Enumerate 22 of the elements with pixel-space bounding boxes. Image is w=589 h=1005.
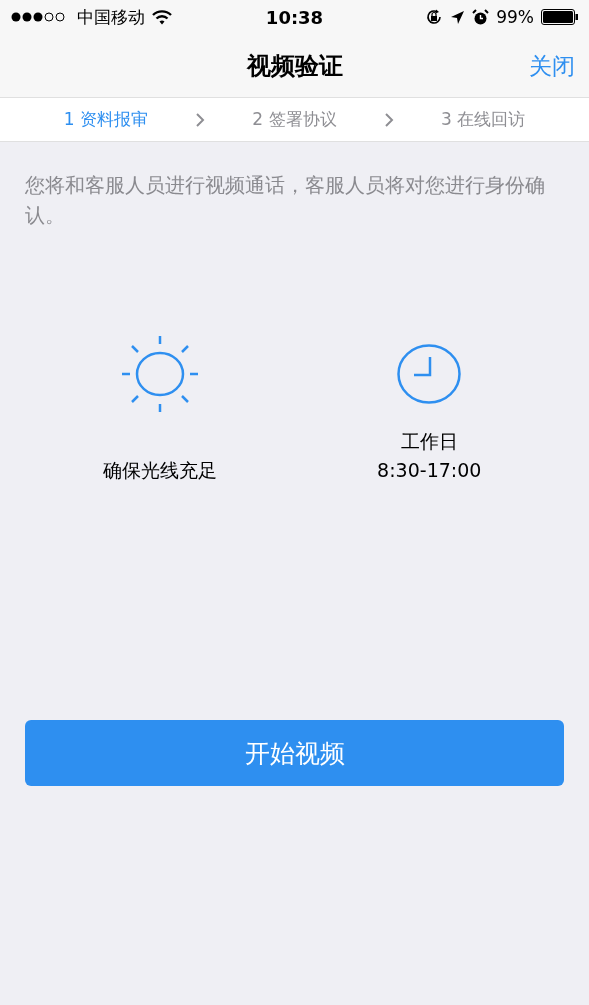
start-video-button[interactable]: 开始视频 (25, 720, 564, 786)
sun-icon (120, 335, 199, 413)
tip-text: 确保光线充足 (102, 458, 217, 483)
description-text: 您将和客服人员进行视频通话，客服人员将对您进行身份确认。 (25, 172, 546, 229)
page-title: 视频验证 (246, 50, 343, 82)
carrier-name: 中国移动 (77, 5, 145, 29)
battery-percent: 99% (496, 7, 534, 27)
step-tab[interactable]: 3 在线回访 (441, 108, 526, 131)
step-tab[interactable]: 2 签署协议 (252, 108, 337, 131)
chevron-icon (195, 111, 206, 128)
chevron-icon (383, 111, 394, 128)
location-icon (450, 9, 466, 25)
alarm-icon (472, 8, 490, 26)
status-time: 10:38 (265, 6, 324, 28)
battery-icon (541, 9, 579, 25)
tip-text: 8:30-17:00 (377, 458, 482, 483)
wifi-icon (152, 9, 172, 25)
clock-icon (397, 344, 462, 404)
step-tab[interactable]: 1 资料报审 (63, 108, 148, 131)
rotation-lock-icon (425, 8, 444, 26)
tip-text: 工作日 (400, 429, 458, 454)
close-button[interactable]: 关闭 (529, 50, 575, 81)
